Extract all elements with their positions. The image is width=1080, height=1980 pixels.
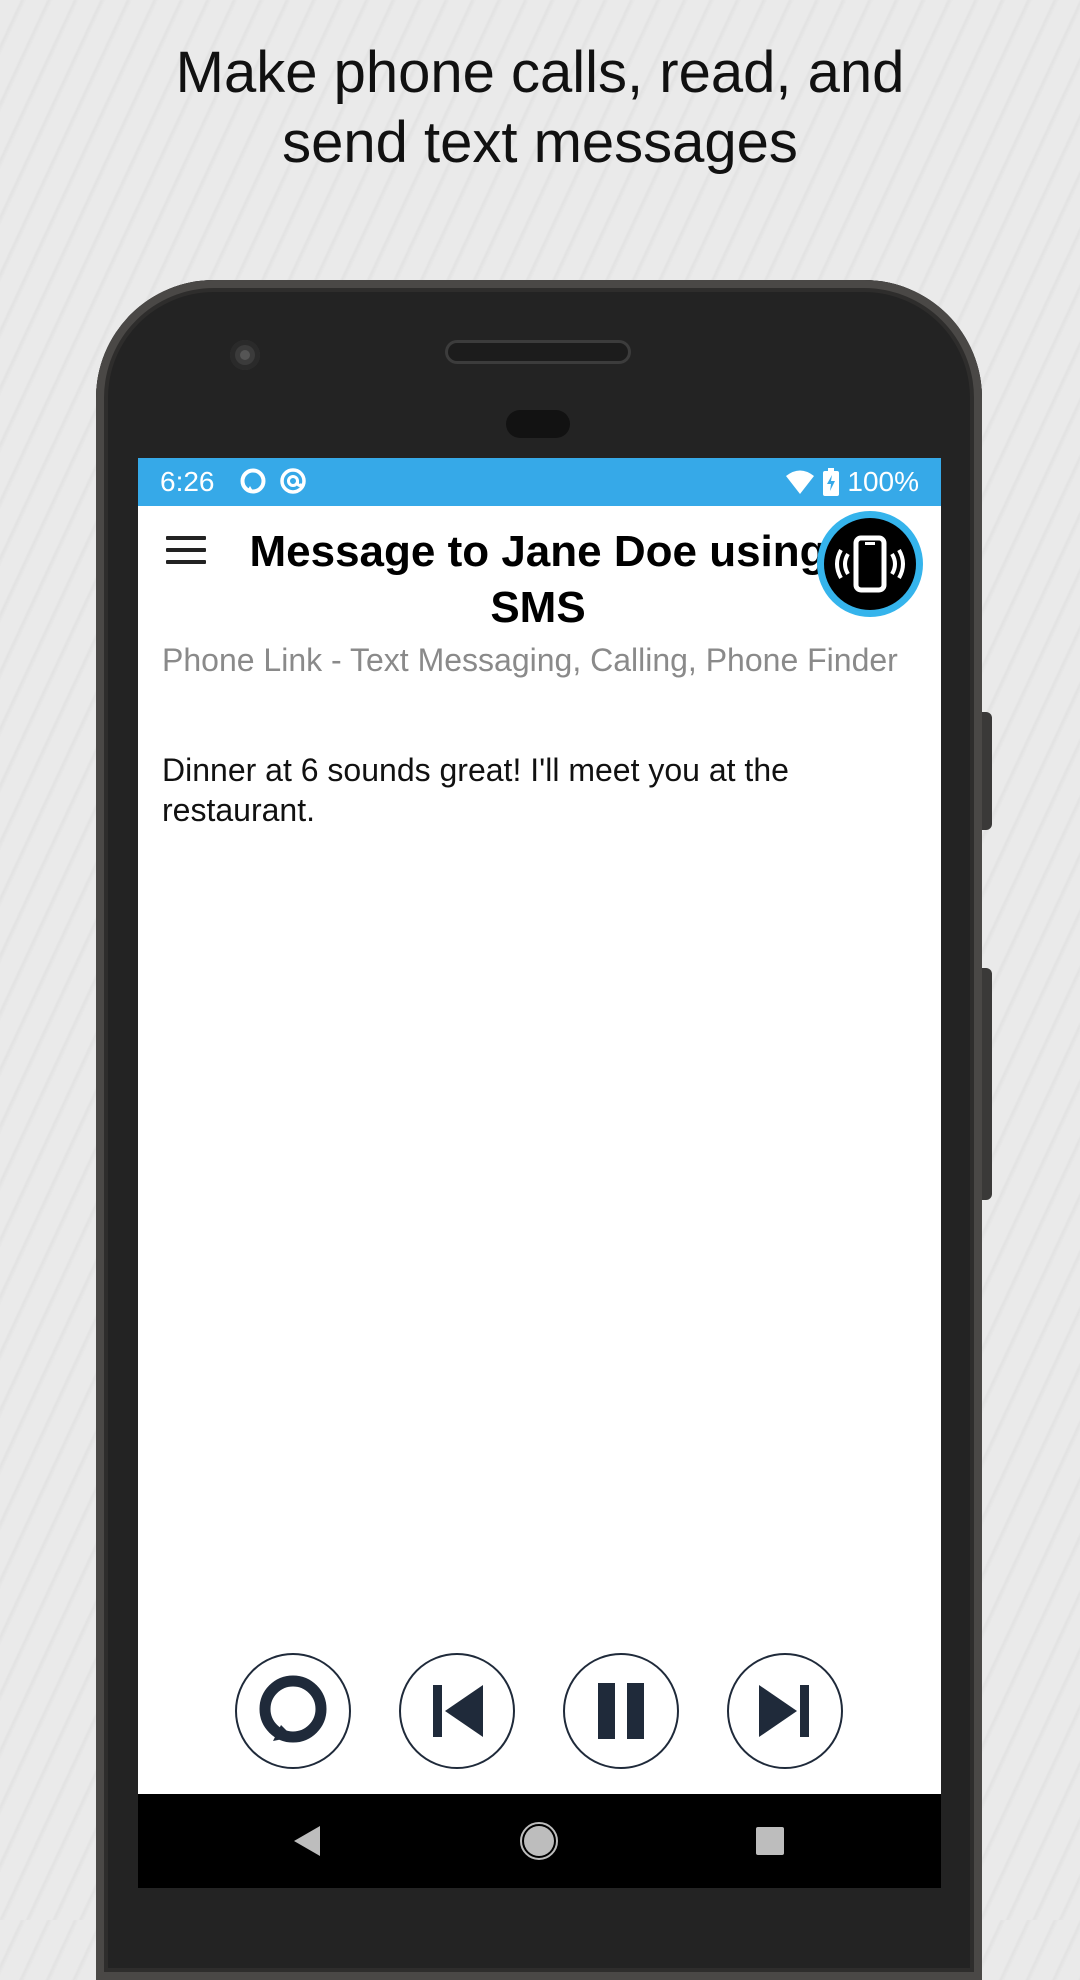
pause-button[interactable]: [563, 1653, 679, 1769]
next-button[interactable]: [727, 1653, 843, 1769]
earpiece-speaker: [448, 343, 628, 361]
nav-home-button[interactable]: [489, 1794, 589, 1888]
wifi-icon: [786, 470, 815, 494]
nav-recents-button[interactable]: [720, 1794, 820, 1888]
message-body: Dinner at 6 sounds great! I'll meet you …: [162, 752, 789, 828]
skip-previous-icon: [433, 1685, 483, 1737]
previous-button[interactable]: [399, 1653, 515, 1769]
phone-vibrate-icon: [835, 535, 905, 593]
battery-percentage: 100%: [847, 466, 919, 497]
headline-line-2: send text messages: [282, 110, 798, 175]
home-icon: [520, 1822, 558, 1860]
skip-next-icon: [759, 1685, 809, 1737]
recents-icon: [756, 1827, 784, 1855]
phone-side-button-power: [982, 712, 992, 830]
phone-link-fab[interactable]: [824, 518, 916, 610]
proximity-sensor: [506, 410, 570, 438]
nav-back-button[interactable]: [256, 1794, 356, 1888]
page-title: Message to Jane Doe using SMS: [249, 527, 827, 632]
battery-charging-icon: [823, 468, 840, 496]
phone-screen: 6:26 100% Message to Jane Doe using SMS …: [138, 458, 941, 1888]
status-time: 6:26: [160, 466, 215, 497]
pause-icon: [598, 1683, 644, 1739]
status-bar: 6:26 100%: [138, 458, 941, 506]
alexa-status-icon: [240, 468, 266, 494]
phone-side-button-volume: [982, 968, 992, 1200]
alexa-button[interactable]: [235, 1653, 351, 1769]
promo-headline: Make phone calls, read, and send text me…: [0, 38, 1080, 178]
app-name-label: Phone Link - Text Messaging, Calling, Ph…: [162, 642, 898, 678]
system-nav-bar: [138, 1794, 941, 1888]
hamburger-menu-icon[interactable]: [166, 536, 206, 570]
back-icon: [294, 1826, 320, 1856]
front-camera: [230, 340, 260, 370]
at-sign-status-icon: [280, 468, 306, 494]
alexa-icon: [259, 1675, 327, 1743]
playback-controls: [138, 1653, 941, 1773]
headline-line-1: Make phone calls, read, and: [175, 40, 905, 105]
